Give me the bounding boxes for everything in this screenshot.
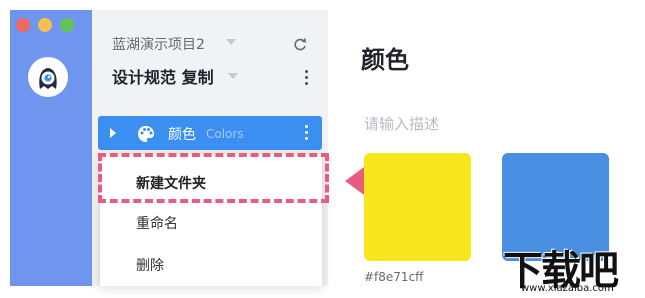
document-title[interactable]: 设计规范 复制: [112, 64, 238, 88]
app-sidebar-rail: [10, 10, 92, 286]
sidebar-item-colors[interactable]: 颜色 Colors: [98, 116, 322, 150]
palette-icon: [138, 126, 154, 142]
window-close-button[interactable]: [16, 18, 30, 32]
chevron-down-icon: [226, 39, 236, 45]
color-swatch[interactable]: [364, 153, 471, 261]
document-title-text: 设计规范 复制: [112, 68, 214, 87]
more-vertical-icon[interactable]: [304, 125, 308, 141]
project-name: 蓝湖演示项目2: [112, 37, 205, 53]
window-zoom-button[interactable]: [60, 18, 74, 32]
window-minimize-button[interactable]: [38, 18, 52, 32]
annotation-highlight-box: [98, 153, 329, 203]
app-monster-logo-icon[interactable]: [28, 57, 68, 97]
caret-right-icon[interactable]: [110, 128, 116, 138]
page-title: 颜色: [361, 46, 409, 74]
menu-item-delete[interactable]: 删除: [136, 255, 164, 275]
project-selector[interactable]: 蓝湖演示项目2: [112, 34, 317, 54]
menu-item-rename[interactable]: 重命名: [136, 213, 178, 233]
description-input[interactable]: 请输入描述: [364, 113, 439, 134]
more-vertical-icon[interactable]: [304, 70, 308, 86]
chevron-down-icon: [228, 73, 238, 79]
sidebar-item-label: 颜色: [168, 127, 196, 143]
sidebar-item-sublabel: Colors: [206, 127, 244, 141]
refresh-icon[interactable]: [292, 37, 308, 53]
watermark: 下载吧 www.xiazaiba.com: [503, 238, 643, 296]
color-swatch-label: #f8e71cff: [364, 270, 424, 284]
watermark-url: www.xiazaiba.com: [521, 283, 614, 294]
